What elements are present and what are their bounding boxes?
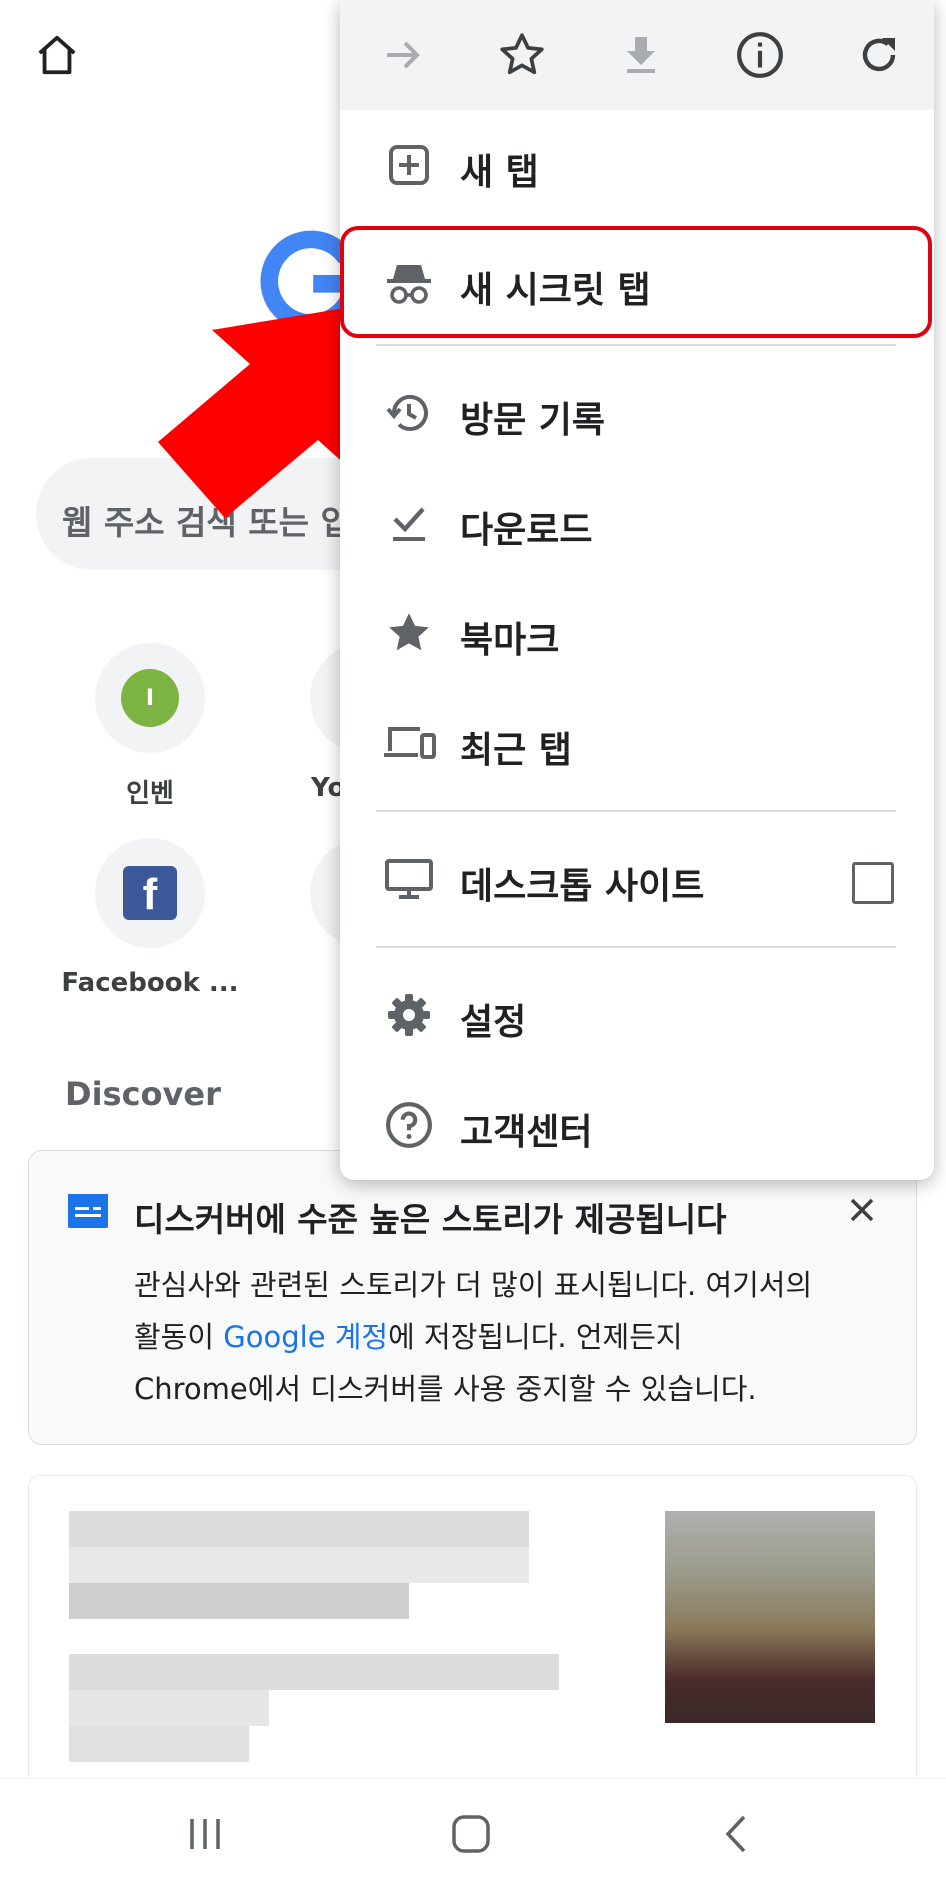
pixelated-text <box>69 1583 409 1619</box>
facebook-icon: f <box>123 866 177 920</box>
forward-button[interactable] <box>370 22 436 88</box>
pixelated-text <box>69 1547 529 1583</box>
back-icon <box>725 1815 746 1853</box>
shortcut-label: 인벤 <box>126 779 174 809</box>
refresh-button[interactable] <box>846 22 912 88</box>
menu-toolbar <box>340 0 934 110</box>
home-nav-button[interactable] <box>446 1809 496 1859</box>
menu-item-downloads[interactable]: 다운로드 <box>340 468 934 578</box>
menu-item-settings[interactable]: 설정 <box>340 960 934 1070</box>
discover-card-icon <box>68 1194 108 1228</box>
history-icon <box>382 386 436 440</box>
bookmarks-icon <box>382 606 436 660</box>
bookmark-star-icon <box>500 33 544 75</box>
download-page-button[interactable] <box>608 22 674 88</box>
menu-divider <box>376 810 896 812</box>
system-navigation-bar <box>0 1778 946 1890</box>
home-nav-icon <box>452 1815 490 1853</box>
bookmark-button[interactable] <box>489 22 555 88</box>
pixelated-text <box>69 1654 559 1690</box>
recent-apps-button[interactable] <box>180 1809 230 1859</box>
discover-body-line: Chrome에서 디스커버를 사용 중지할 수 있습니다. <box>134 1372 757 1406</box>
menu-item-help[interactable]: 고객센터 <box>340 1070 934 1180</box>
menu-item-label: 새 탭 <box>460 152 539 193</box>
shortcut-tile-facebook[interactable]: f <box>95 838 205 948</box>
menu-item-label: 설정 <box>460 1002 527 1043</box>
highlight-box <box>340 226 932 338</box>
help-icon <box>382 1098 436 1152</box>
desktop-site-checkbox[interactable] <box>852 862 894 904</box>
google-account-link[interactable]: Google 계정 <box>223 1320 388 1354</box>
pixelated-text <box>69 1726 249 1762</box>
home-button[interactable] <box>22 20 92 90</box>
home-icon <box>38 35 76 75</box>
back-button[interactable] <box>712 1809 762 1859</box>
shortcut-label: Facebook ... <box>61 968 239 998</box>
shortcut-icon-circle: I <box>95 643 205 753</box>
discover-title: Discover <box>65 1075 221 1113</box>
discover-body-text: 활동이 <box>134 1320 224 1354</box>
menu-item-label: 다운로드 <box>460 510 593 551</box>
menu-divider <box>376 344 896 346</box>
inven-favicon: I <box>121 669 179 727</box>
discover-body-text: 에 저장됩니다. 언제든지 <box>388 1320 683 1354</box>
menu-item-label: 데스크톱 사이트 <box>460 866 705 907</box>
menu-item-label: 최근 탭 <box>460 730 572 771</box>
recent-apps-icon <box>190 1819 220 1849</box>
article-card[interactable] <box>28 1475 917 1795</box>
page-info-button[interactable] <box>727 22 793 88</box>
new-tab-icon <box>382 138 436 192</box>
pixelated-text <box>69 1511 529 1547</box>
close-card-button[interactable] <box>842 1190 882 1230</box>
info-icon <box>737 32 783 78</box>
menu-item-recent-tabs[interactable]: 최근 탭 <box>340 688 934 798</box>
menu-item-history[interactable]: 방문 기록 <box>340 358 934 468</box>
discover-card-title: 디스커버에 수준 높은 스토리가 제공됩니다 <box>134 1200 727 1239</box>
menu-item-label: 북마크 <box>460 620 560 661</box>
menu-item-bookmarks[interactable]: 북마크 <box>340 578 934 688</box>
pixelated-thumbnail <box>665 1511 875 1723</box>
settings-icon <box>382 988 436 1042</box>
download-icon <box>627 37 655 73</box>
menu-divider <box>376 946 896 948</box>
discover-body-line: 관심사와 관련된 스토리가 더 많이 표시됩니다. 여기서의 <box>134 1268 813 1302</box>
menu-item-label: 고객센터 <box>460 1112 593 1153</box>
discover-body-line: 활동이 Google 계정에 저장됩니다. 언제든지 <box>134 1314 683 1356</box>
forward-icon <box>387 41 420 69</box>
menu-item-desktop-site[interactable]: 데스크톱 사이트 <box>340 824 934 934</box>
pixelated-text <box>69 1690 269 1726</box>
desktop-icon <box>382 852 436 906</box>
menu-item-new-tab[interactable]: 새 탭 <box>340 110 934 220</box>
recent-tabs-icon <box>382 716 436 770</box>
close-icon <box>850 1198 874 1222</box>
shortcut-tile-inven[interactable]: I <box>95 643 205 753</box>
downloads-icon <box>382 496 436 550</box>
shortcut-icon-circle: f <box>95 838 205 948</box>
refresh-icon <box>862 38 896 72</box>
menu-item-label: 방문 기록 <box>460 400 606 441</box>
